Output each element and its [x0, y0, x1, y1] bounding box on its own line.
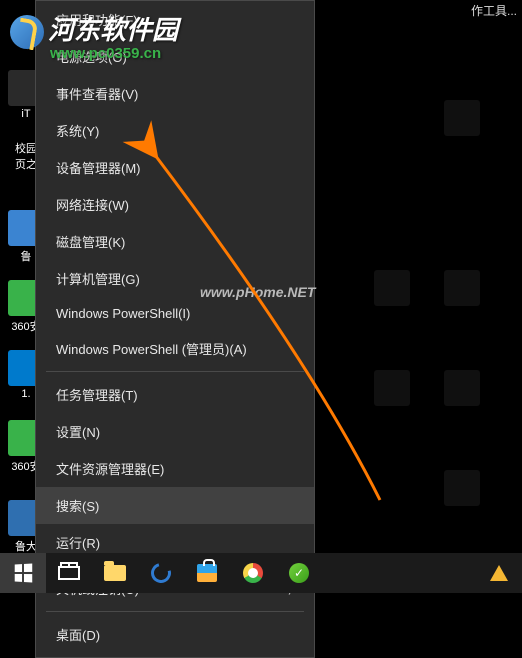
taskbar-store[interactable] [184, 553, 230, 593]
qihoo-icon: ✓ [289, 563, 309, 583]
taskbar-file-explorer[interactable] [92, 553, 138, 593]
menu-separator [46, 611, 304, 612]
taskbar-chrome[interactable] [230, 553, 276, 593]
menu-separator [46, 371, 304, 372]
edge-icon [147, 559, 174, 586]
menu-file-explorer[interactable]: 文件资源管理器(E) [36, 450, 314, 487]
desktop-icon[interactable] [440, 370, 484, 408]
menu-powershell[interactable]: Windows PowerShell(I) [36, 297, 314, 330]
desktop-icon[interactable] [440, 270, 484, 308]
menu-apps-features[interactable]: 应用和功能(F) [36, 1, 314, 38]
menu-desktop[interactable]: 桌面(D) [36, 616, 314, 653]
taskbar-edge[interactable] [138, 553, 184, 593]
taskbar: ✓ [0, 553, 522, 593]
taskview-icon [58, 566, 80, 580]
triangle-icon [490, 565, 508, 581]
taskview-button[interactable] [46, 553, 92, 593]
menu-settings[interactable]: 设置(N) [36, 413, 314, 450]
chrome-icon [243, 563, 263, 583]
store-icon [197, 564, 217, 582]
menu-search[interactable]: 搜索(S) [36, 487, 314, 524]
taskbar-app[interactable] [476, 553, 522, 593]
menu-power-options[interactable]: 电源选项(O) [36, 38, 314, 75]
menu-system[interactable]: 系统(Y) [36, 112, 314, 149]
menu-task-manager[interactable]: 任务管理器(T) [36, 376, 314, 413]
desktop-icon[interactable] [370, 370, 414, 408]
folder-icon [104, 565, 126, 581]
desktop-icon[interactable] [440, 470, 484, 508]
menu-powershell-admin[interactable]: Windows PowerShell (管理员)(A) [36, 330, 314, 367]
menu-disk-management[interactable]: 磁盘管理(K) [36, 223, 314, 260]
menu-network-connections[interactable]: 网络连接(W) [36, 186, 314, 223]
start-button[interactable] [0, 553, 46, 593]
menu-device-manager[interactable]: 设备管理器(M) [36, 149, 314, 186]
window-title-fragment: 作工具... [471, 2, 517, 19]
desktop-icon[interactable] [440, 100, 484, 138]
taskbar-360[interactable]: ✓ [276, 553, 322, 593]
menu-computer-management[interactable]: 计算机管理(G) [36, 260, 314, 297]
windows-icon [15, 563, 33, 582]
desktop-icon[interactable] [370, 270, 414, 308]
menu-event-viewer[interactable]: 事件查看器(V) [36, 75, 314, 112]
